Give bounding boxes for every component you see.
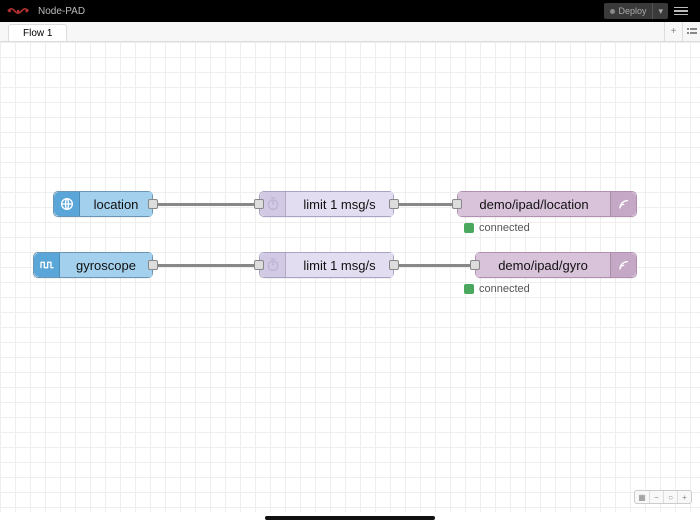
input-port[interactable] [470,260,480,270]
node-label: demo/ipad/gyro [476,253,610,277]
tab-bar: Flow 1 + [0,22,700,42]
zoom-in-button[interactable]: + [677,491,691,503]
nav-map-icon[interactable]: ▦ [635,491,649,503]
tab-list-button[interactable] [682,22,700,41]
node-mqtt-gyro[interactable]: demo/ipad/gyro [475,252,637,278]
wire [153,203,259,206]
output-port[interactable] [389,199,399,209]
wire [150,264,259,267]
status-text: connected [479,222,530,234]
node-red-logo [4,4,34,18]
zoom-out-button[interactable]: − [649,491,663,503]
broadcast-icon [610,192,636,216]
view-navigator[interactable]: ▦ − ○ + [634,490,692,504]
output-port[interactable] [148,199,158,209]
deploy-caret-icon[interactable]: ▾ [652,3,668,19]
node-status: connected [464,283,530,295]
menu-button[interactable] [674,7,692,16]
input-port[interactable] [452,199,462,209]
node-status: connected [464,222,530,234]
node-label: gyroscope [60,253,152,277]
output-port[interactable] [148,260,158,270]
node-gyroscope[interactable]: gyroscope [33,252,153,278]
broadcast-icon [610,253,636,277]
output-port[interactable] [389,260,399,270]
input-port[interactable] [254,260,264,270]
deploy-label: Deploy [618,6,646,16]
zoom-reset-button[interactable]: ○ [663,491,677,503]
node-label: limit 1 msg/s [286,253,393,277]
wave-icon [34,253,60,277]
node-label: location [80,192,152,216]
node-label: demo/ipad/location [458,192,610,216]
app-header: Node-PAD Deploy ▾ [0,0,700,22]
status-text: connected [479,283,530,295]
deploy-status-icon [610,9,615,14]
tab-flow-1[interactable]: Flow 1 [8,24,67,41]
wire [393,264,475,267]
app-title: Node-PAD [38,6,85,17]
globe-icon [54,192,80,216]
node-limit-a[interactable]: limit 1 msg/s [259,191,394,217]
status-dot-icon [464,223,474,233]
node-label: limit 1 msg/s [286,192,393,216]
flow-canvas[interactable]: location limit 1 msg/s demo/ipad/locatio… [0,42,700,512]
deploy-button[interactable]: Deploy ▾ [604,3,668,19]
input-port[interactable] [254,199,264,209]
status-dot-icon [464,284,474,294]
node-mqtt-location[interactable]: demo/ipad/location [457,191,637,217]
wire [393,203,457,206]
add-tab-button[interactable]: + [664,22,682,41]
node-location[interactable]: location [53,191,153,217]
home-indicator [265,516,435,520]
node-limit-b[interactable]: limit 1 msg/s [259,252,394,278]
